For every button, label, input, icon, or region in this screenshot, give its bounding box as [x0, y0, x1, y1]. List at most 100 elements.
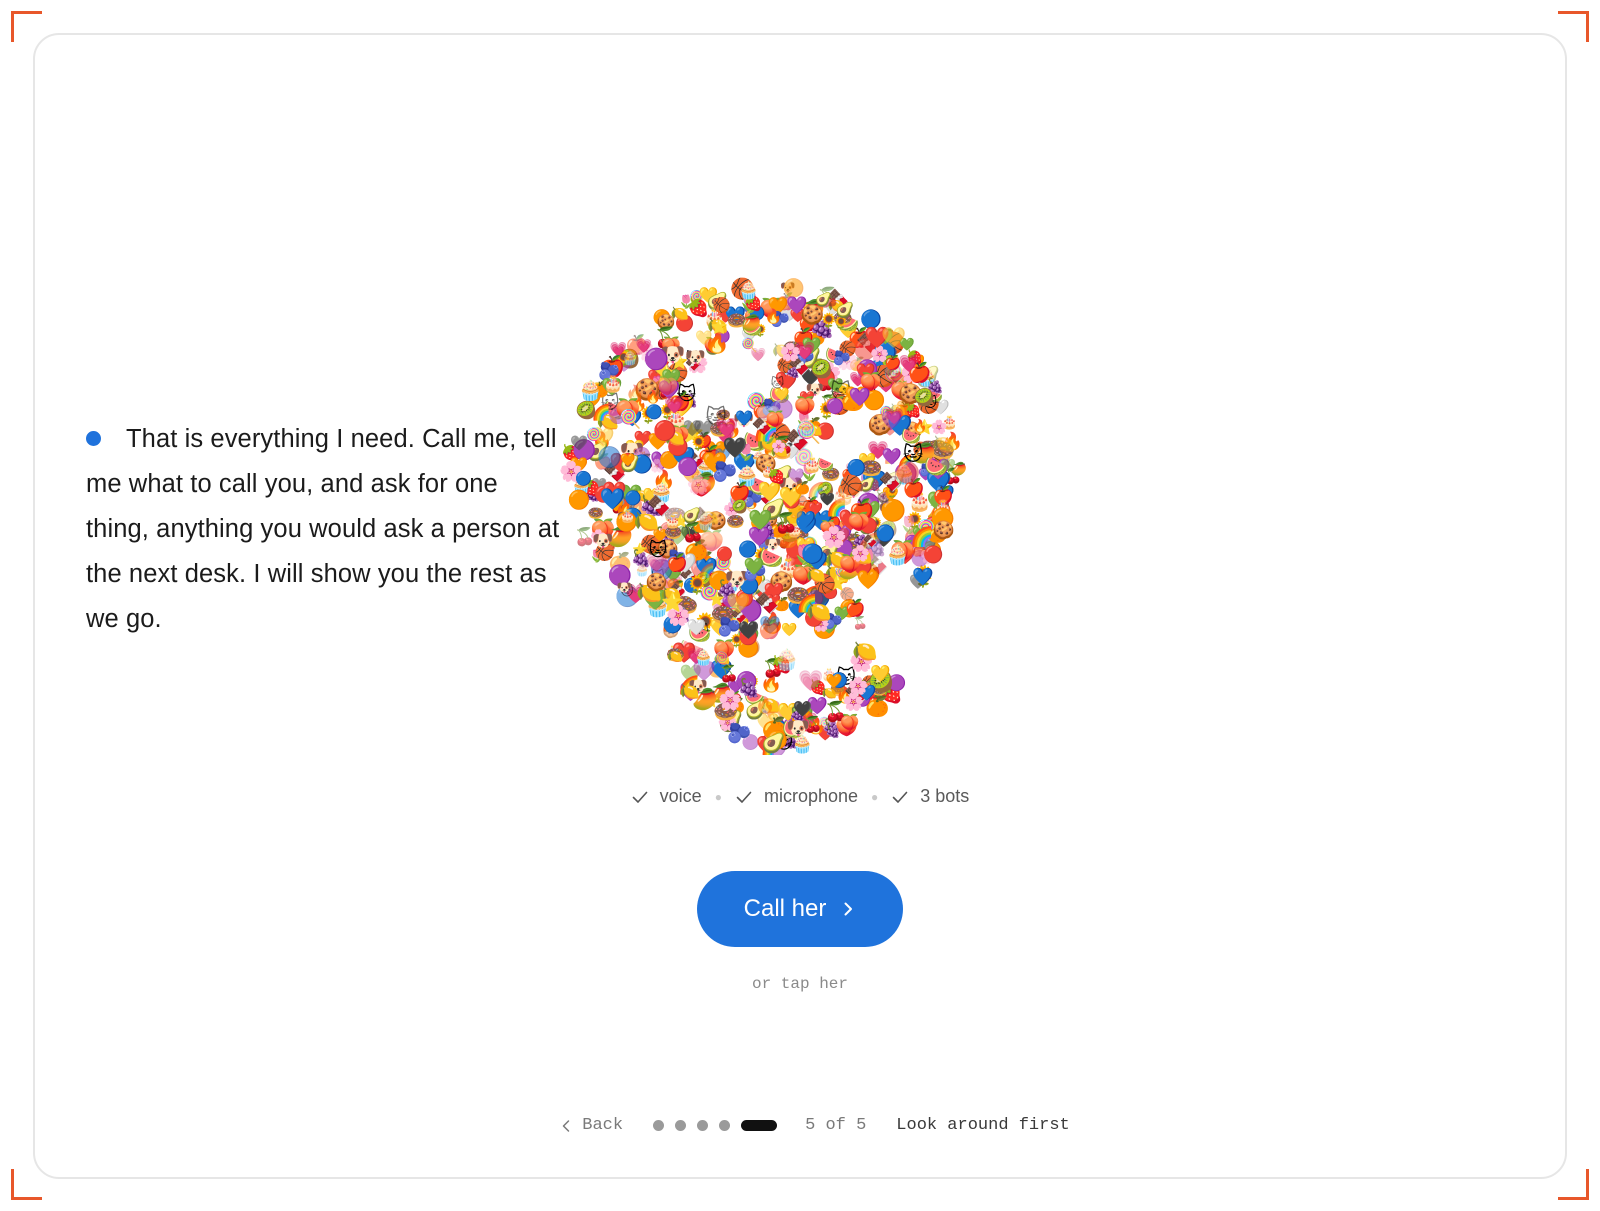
- step-indicator: [653, 1120, 778, 1131]
- emoji-tile: 🍋: [634, 510, 660, 533]
- call-her-label: Call her: [743, 895, 827, 922]
- step-dot[interactable]: [653, 1120, 665, 1131]
- emoji-tile: 🍇: [785, 363, 800, 379]
- emoji-tile: 🧁: [696, 512, 716, 531]
- step-dot[interactable]: [719, 1120, 731, 1131]
- step-dot[interactable]: [675, 1120, 687, 1131]
- emoji-tile: 🍑: [847, 511, 869, 532]
- emoji-tile: 🍓: [767, 467, 785, 485]
- emoji-tile: 🧡: [620, 453, 636, 467]
- emoji-tile: 🍑: [699, 528, 724, 552]
- back-button[interactable]: Back: [560, 1116, 623, 1135]
- emoji-tile: 🍭: [586, 426, 606, 446]
- emoji-tile: 🔥: [912, 418, 927, 433]
- check-microphone: microphone: [735, 786, 858, 807]
- emoji-tile: 💜: [849, 387, 872, 407]
- emoji-tile: 🍫: [755, 591, 780, 615]
- emoji-tile: 💚: [940, 459, 956, 473]
- emoji-tile: 💗: [899, 354, 920, 373]
- emoji-tile: 🐶: [685, 347, 706, 366]
- emoji-tile: ⭐: [711, 319, 728, 335]
- emoji-tile: 🥝: [732, 498, 748, 514]
- emoji-tile: 🐱: [903, 443, 924, 466]
- emoji-tile: 🍭: [714, 649, 732, 668]
- emoji-tile: 🍎: [758, 619, 781, 640]
- emoji-tile: 🌈: [699, 562, 715, 578]
- emoji-tile: 🫐: [718, 615, 741, 638]
- emoji-tile: 🐶: [786, 718, 810, 739]
- readiness-checklist: voice ● microphone ● 3 bots: [0, 786, 1600, 807]
- emoji-tile: 🍊: [795, 480, 811, 495]
- emoji-tile: 🔵: [597, 445, 622, 469]
- emoji-tile: 🥭: [742, 313, 762, 332]
- emoji-tile: 🎂: [664, 512, 680, 529]
- emoji-tile: 🧁: [795, 417, 817, 437]
- emoji-tile: 🌸: [851, 543, 870, 562]
- corner-marker-top-right: [1558, 11, 1589, 42]
- emoji-tile: 🍋: [667, 649, 683, 664]
- check-icon: [736, 791, 752, 803]
- onboarding-screen: That is everything I need. Call me, tell…: [0, 0, 1600, 1211]
- emoji-tile: 🍩: [726, 514, 745, 531]
- step-dot[interactable]: [697, 1120, 709, 1131]
- call-her-button[interactable]: Call her: [697, 871, 903, 947]
- emoji-tile: 💚: [743, 557, 764, 576]
- emoji-tile: 🍓: [905, 403, 921, 418]
- corner-marker-bottom-left: [11, 1169, 42, 1200]
- chevron-right-icon: [844, 902, 853, 916]
- emoji-tile: 💙: [600, 487, 626, 511]
- emoji-tile: 🟠: [568, 489, 591, 511]
- emoji-tile: 🍎: [667, 553, 688, 573]
- emoji-tile: 🫐: [833, 349, 851, 366]
- check-label: microphone: [763, 786, 859, 806]
- emoji-tile: 🍑: [840, 713, 859, 732]
- check-icon: [632, 791, 647, 803]
- emoji-tile: 🥝: [576, 399, 597, 420]
- assistant-message-text: That is everything I need. Call me, tell…: [86, 425, 560, 633]
- emoji-tile: 🔥: [755, 695, 775, 714]
- emoji-tile: 🍋: [932, 434, 955, 455]
- chevron-left-icon: [563, 1119, 570, 1132]
- page-count: 5 of 5: [805, 1116, 867, 1135]
- emoji-tile: 🍪: [933, 519, 955, 540]
- emoji-tile: 🧁: [578, 379, 603, 402]
- emoji-tile: 🌸: [718, 689, 742, 712]
- emoji-tile: 🌸: [848, 676, 869, 696]
- emoji-tile: 🐶: [617, 581, 632, 595]
- emoji-tile: 💙: [912, 566, 934, 586]
- emoji-tile: 🍋: [852, 640, 878, 663]
- check-label: 3 bots: [920, 786, 970, 806]
- look-around-link[interactable]: Look around first: [896, 1116, 1069, 1135]
- emoji-tile: 🌸: [771, 438, 786, 453]
- speaking-indicator: [86, 431, 101, 446]
- separator-dot: ●: [871, 789, 879, 804]
- emoji-tile: 🏀: [713, 295, 731, 315]
- emoji-tile: 🖤: [793, 700, 812, 718]
- corner-marker-bottom-right: [1558, 1169, 1589, 1200]
- check-label: voice: [659, 786, 702, 806]
- emoji-tile: 🧁: [886, 544, 910, 567]
- emoji-tile: 🍫: [879, 471, 902, 493]
- onboarding-footer: Back 5 of 5 Look around first: [0, 1116, 1600, 1135]
- emoji-tile: 🖤: [723, 437, 748, 460]
- emoji-tile: 🍇: [825, 723, 840, 739]
- emoji-face-avatar[interactable]: 🌸🌈🥑🔥🍩🍊🍭🖤🔥🎂🍪🔥🍩🧡🤍 💛🌈🍎🐱🔵🎂🍭🐱🍋🍩🍊💗❤️🥝🟣💜🍫🍎🫐🟣🍇🍒🍓💜…: [560, 255, 1020, 755]
- check-bots: 3 bots: [891, 786, 969, 807]
- emoji-tile: 🫐: [727, 722, 751, 745]
- emoji-tile: 🍋: [806, 601, 832, 624]
- emoji-tile: 💗: [664, 395, 686, 414]
- emoji-tile: 🍑: [766, 410, 785, 428]
- check-icon: [892, 791, 908, 803]
- emoji-tile: 🔵: [575, 470, 592, 486]
- emoji-tile: 🔴: [653, 419, 677, 442]
- emoji-tile: 🍪: [801, 303, 825, 326]
- step-dot-active[interactable]: [741, 1120, 778, 1131]
- emoji-tile: 🧡: [857, 569, 881, 590]
- emoji-tile: 💚: [748, 508, 773, 531]
- emoji-tile: 🧁: [738, 280, 759, 300]
- emoji-tile: 🏀: [840, 473, 863, 498]
- emoji-tile: 🐶: [592, 531, 614, 551]
- emoji-tile: 🧡: [826, 674, 843, 689]
- tap-hint: or tap her: [751, 975, 848, 993]
- emoji-tile: 🌸: [780, 342, 802, 362]
